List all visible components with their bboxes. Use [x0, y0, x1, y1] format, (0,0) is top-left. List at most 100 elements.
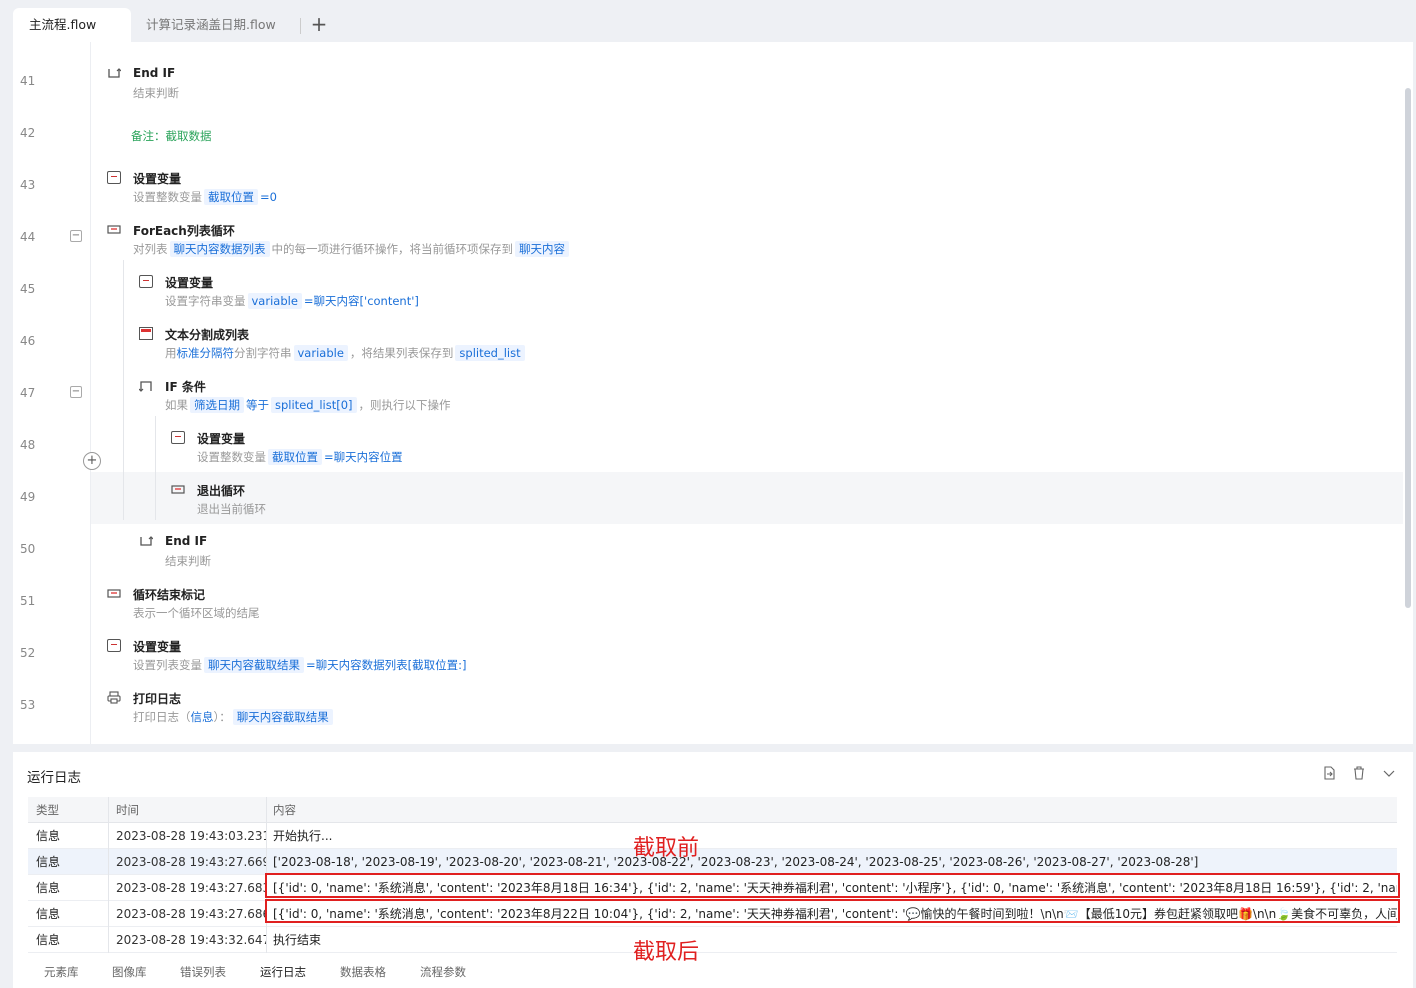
step-title: IF 条件	[165, 380, 206, 394]
step-title: End IF	[133, 66, 176, 80]
step-title: End IF	[165, 534, 208, 548]
line-number: 42	[20, 126, 36, 140]
operator-text: 等于	[246, 398, 269, 412]
editor-scrollbar[interactable]	[1405, 88, 1411, 608]
value-text: =0	[260, 190, 277, 204]
cell-type: 信息	[36, 829, 61, 843]
step-desc: 结束判断	[165, 554, 211, 568]
fold-toggle-icon[interactable]: −	[70, 230, 82, 242]
gutter-divider	[90, 42, 91, 744]
desc-text: 设置整数变量	[133, 190, 202, 204]
loop-icon	[107, 223, 121, 236]
col-divider	[108, 797, 109, 823]
variable-tag: 聊天内容	[515, 241, 569, 257]
step-desc: 打印日志（信息）： 聊天内容截取结果	[133, 709, 335, 725]
fold-toggle-icon[interactable]: −	[70, 386, 82, 398]
line-number: 44	[20, 230, 36, 244]
if-guide	[155, 416, 156, 520]
printer-icon	[107, 691, 121, 704]
step-title: ForEach列表循环	[133, 224, 235, 238]
highlight-box-after	[265, 899, 1400, 923]
line-number: 43	[20, 178, 36, 192]
desc-text: 分割字符串	[234, 346, 292, 360]
step-title: 打印日志	[133, 692, 182, 706]
value-text: =聊天内容位置	[324, 450, 403, 464]
line-number: 46	[20, 334, 36, 348]
col-divider	[266, 823, 267, 849]
desc-text: 设置整数变量	[197, 450, 266, 464]
cell-time: 2023-08-28 19:43:27.686	[116, 907, 266, 921]
cell-content: 执行结束	[273, 933, 322, 947]
line-number: 41	[20, 74, 36, 88]
line-number: 53	[20, 698, 36, 712]
line-number: 45	[20, 282, 36, 296]
step-title: 退出循环	[197, 484, 246, 498]
cell-time: 2023-08-28 19:43:27.683	[116, 881, 266, 895]
col-divider	[108, 927, 109, 953]
tab-element-library[interactable]: 元素库	[44, 963, 79, 981]
cell-time: 2023-08-28 19:43:03.231	[116, 829, 266, 843]
add-tab-button[interactable]: +	[308, 10, 330, 38]
tab-flow-params[interactable]: 流程参数	[420, 963, 466, 981]
variable-tag: variable	[247, 293, 302, 309]
split-text-icon	[139, 327, 153, 340]
chevron-down-icon[interactable]	[1381, 766, 1397, 782]
variable-tag: 聊天内容截取结果	[204, 657, 304, 673]
step-desc: 结束判断	[133, 86, 179, 100]
separator-value: 标准分隔符	[176, 346, 235, 360]
desc-text: 打印日志（	[133, 710, 191, 724]
line-number: 48	[20, 438, 36, 452]
col-divider	[266, 927, 267, 953]
cell-type: 信息	[36, 855, 61, 869]
if-icon	[138, 379, 153, 392]
variable-tag: 截取位置	[268, 449, 322, 465]
step-title: 设置变量	[133, 640, 182, 654]
variable-tag: splited_list[0]	[271, 397, 357, 413]
loop-end-icon	[107, 587, 121, 600]
desc-text: 设置字符串变量	[165, 294, 246, 308]
flow-editor: 41 42 43 44 45 46 47 48 49 50 51 52 53 −…	[13, 42, 1413, 744]
col-divider	[108, 849, 109, 875]
variable-icon	[139, 275, 153, 288]
step-note[interactable]: 备注：截取数据	[131, 128, 212, 144]
export-icon[interactable]	[1321, 766, 1337, 782]
step-desc: 用标准分隔符分割字符串 variable ，将结果列表保存到 splited_list	[165, 345, 527, 361]
log-panel-title: 运行日志	[27, 770, 81, 786]
log-table-header: 类型 时间 内容	[28, 797, 1397, 823]
tab-error-list[interactable]: 错误列表	[180, 963, 226, 981]
col-divider	[108, 823, 109, 849]
tab-run-log[interactable]: 运行日志	[260, 963, 306, 981]
value-text: =聊天内容数据列表[截取位置:]	[306, 658, 467, 672]
variable-icon	[107, 639, 121, 652]
step-desc: 设置整数变量 截取位置 =0	[133, 189, 277, 205]
end-if-icon	[139, 535, 154, 548]
end-if-icon	[107, 67, 122, 80]
table-row[interactable]: 信息 2023-08-28 19:43:03.231 开始执行...	[28, 823, 1397, 849]
exit-loop-icon	[171, 483, 185, 496]
line-number: 52	[20, 646, 36, 660]
trash-icon[interactable]	[1351, 766, 1367, 782]
table-row[interactable]: 信息 2023-08-28 19:43:32.647 执行结束	[28, 927, 1397, 953]
tab-image-library[interactable]: 图像库	[112, 963, 147, 981]
bottom-tab-bar: 元素库 图像库 错误列表 运行日志 数据表格 流程参数	[13, 963, 1413, 987]
highlight-box-before	[265, 873, 1400, 898]
col-type: 类型	[36, 803, 59, 817]
col-divider	[108, 875, 109, 901]
tab-date-flow[interactable]: 计算记录涵盖日期.flow	[130, 8, 300, 42]
table-row[interactable]: 信息 2023-08-28 19:43:27.669 ['2023-08-18'…	[28, 849, 1397, 875]
variable-tag: 聊天内容数据列表	[169, 241, 270, 257]
step-desc: 设置列表变量 聊天内容截取结果 =聊天内容数据列表[截取位置:]	[133, 657, 466, 673]
tab-main-flow[interactable]: 主流程.flow	[13, 8, 131, 42]
step-desc: 如果 筛选日期 等于 splited_list[0] ，则执行以下操作	[165, 397, 451, 413]
line-number: 49	[20, 490, 36, 504]
step-desc: 设置字符串变量 variable =聊天内容['content']	[165, 293, 419, 309]
insert-step-button[interactable]: +	[83, 452, 101, 470]
log-actions	[1311, 766, 1397, 783]
run-log-panel: 运行日志 类型 时间 内容 信息 2023-08-28 19:43:03.231…	[13, 752, 1413, 988]
line-number: 47	[20, 386, 36, 400]
annotation-before: 截取前	[633, 836, 700, 861]
variable-tag: variable	[293, 345, 348, 361]
line-number: 51	[20, 594, 36, 608]
loop-guide	[123, 260, 124, 520]
tab-data-table[interactable]: 数据表格	[340, 963, 386, 981]
